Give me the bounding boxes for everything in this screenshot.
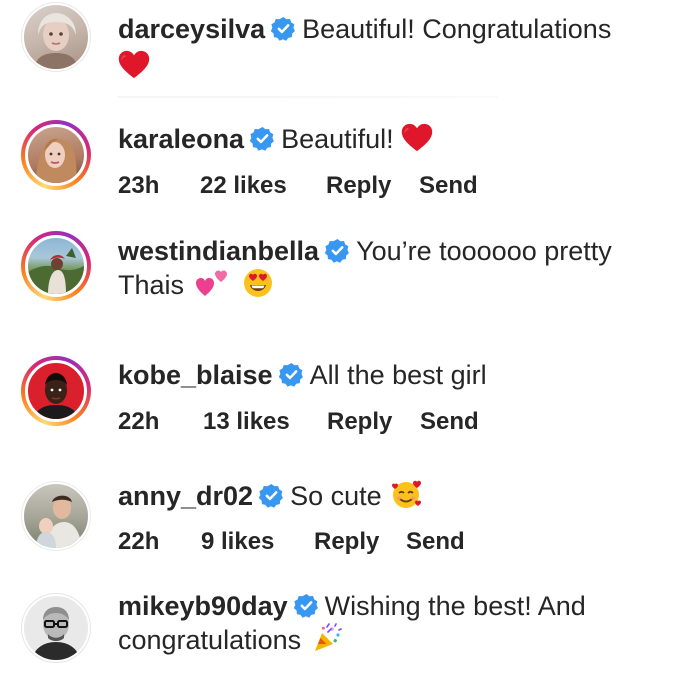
verified-badge-icon [279,362,304,387]
send-button[interactable]: Send [406,528,465,556]
avatar-image [22,3,90,71]
avatar-image [22,594,90,662]
send-button[interactable]: Send [420,408,479,436]
comment-body: westindianbella You’re toooooo pretty Tha… [118,235,660,302]
comment-body: kobe_blaise All the best girl [118,359,660,392]
avatar-image [25,124,87,186]
comment-body: karaleona Beautiful! [118,123,660,156]
comment-text: Beautiful! Congratulations [302,14,612,44]
verified-badge-icon [250,126,275,151]
comment-text: You’re toooooo pretty [356,236,612,266]
avatar[interactable] [21,481,91,551]
username[interactable]: anny_dr02 [118,481,253,511]
verified-badge-icon [325,238,350,263]
reply-button[interactable]: Reply [326,172,391,200]
likes-count[interactable]: 9 likes [201,528,274,556]
portrait-icon [34,13,78,69]
timestamp: 22h [118,528,160,555]
verified-badge-icon [259,483,284,508]
portrait-icon [36,495,82,548]
likes-count[interactable]: 22 likes [200,172,287,200]
heart-eyes-emoji-icon [244,269,273,297]
timestamp: 23h [118,172,160,199]
username[interactable]: kobe_blaise [118,360,273,390]
avatar-image [22,482,90,550]
smiling-face-with-hearts-emoji-icon [392,480,422,508]
comment-text-continued: congratulations [118,625,302,655]
verified-badge-icon [294,593,319,618]
verified-badge-icon [271,16,296,41]
reply-button[interactable]: Reply [327,408,392,436]
portrait-icon [32,607,80,660]
comment-text: All the best girl [309,360,487,390]
portrait-icon [28,248,84,294]
comment-text: Wishing the best! And [324,591,586,621]
likes-count[interactable]: 13 likes [203,408,290,436]
avatar[interactable] [21,120,91,190]
heart-emoji-icon [118,50,150,79]
divider [118,96,498,98]
avatar-image [25,360,87,422]
timestamp: 22h [118,408,160,435]
avatar[interactable] [21,231,91,301]
heart-emoji-icon [401,123,433,152]
comment-body: darceysilva Beautiful! Congratulations [118,13,660,83]
username[interactable]: karaleona [118,124,244,154]
comment-body: mikeyb90day Wishing the best! And congrat… [118,590,660,657]
avatar-image [25,235,87,297]
username[interactable]: darceysilva [118,14,265,44]
comment-text: Beautiful! [281,124,394,154]
username[interactable]: westindianbella [118,236,319,266]
portrait-icon [34,373,78,419]
avatar[interactable] [21,2,91,72]
comment-body: anny_dr02 So cute [118,479,660,513]
portrait-icon [36,138,77,183]
comment-text-continued: Thais [118,270,185,300]
avatar[interactable] [21,593,91,663]
comment-text: So cute [290,481,382,511]
send-button[interactable]: Send [419,172,478,200]
username[interactable]: mikeyb90day [118,591,288,621]
avatar[interactable] [21,356,91,426]
reply-button[interactable]: Reply [314,528,379,556]
party-popper-emoji-icon [314,623,342,651]
two-hearts-emoji-icon [195,270,227,296]
